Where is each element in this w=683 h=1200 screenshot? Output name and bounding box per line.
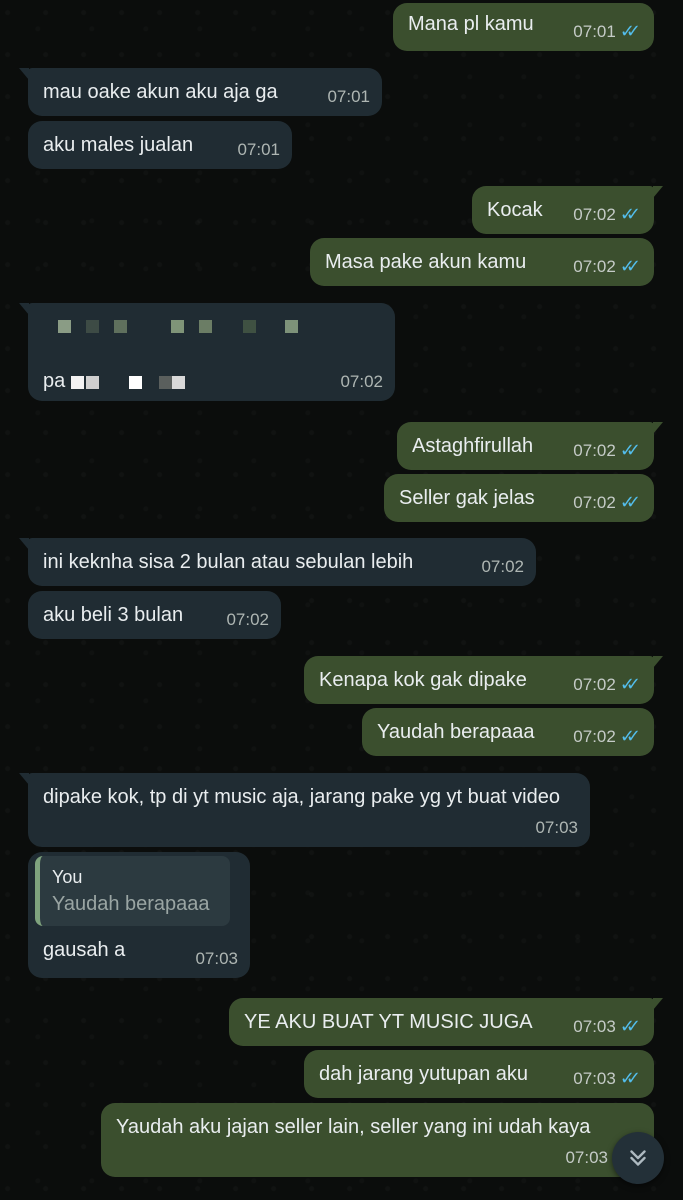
message-meta: 07:03 bbox=[565, 1143, 608, 1172]
double-chevron-down-icon bbox=[630, 1150, 646, 1166]
message-text: mau oake akun aku aja ga bbox=[43, 81, 278, 103]
double-check-icon: ✓✓ bbox=[619, 726, 641, 746]
message-incoming-reply[interactable]: You Yaudah berapaaa gausah a 07:03 bbox=[28, 852, 250, 978]
message-text: Astaghfirullah bbox=[412, 435, 534, 457]
message-time: 07:02 bbox=[573, 493, 616, 512]
message-incoming-redacted[interactable]: pa 07:02 bbox=[19, 303, 395, 401]
message-text: dah jarang yutupan aku bbox=[319, 1063, 529, 1085]
message-text: ini keknha sisa 2 bulan atau sebulan leb… bbox=[43, 551, 414, 573]
message-time: 07:03 bbox=[195, 949, 238, 968]
message-time: 07:02 bbox=[340, 372, 383, 391]
message-outgoing[interactable]: dah jarang yutupan aku 07:03 ✓✓ bbox=[304, 1050, 654, 1098]
message-outgoing[interactable]: Kenapa kok gak dipake 07:02 ✓✓ bbox=[304, 656, 663, 704]
message-outgoing[interactable]: Yaudah berapaaa 07:02 ✓✓ bbox=[362, 708, 654, 756]
scroll-to-bottom-button[interactable] bbox=[612, 1132, 664, 1184]
message-incoming[interactable]: mau oake akun aku aja ga 07:01 bbox=[19, 68, 382, 116]
message-meta: 07:02 bbox=[226, 605, 269, 634]
message-text: Masa pake akun kamu bbox=[325, 251, 527, 273]
message-time: 07:03 bbox=[573, 1017, 616, 1036]
double-check-icon: ✓✓ bbox=[619, 1068, 641, 1088]
message-meta: 07:02 ✓✓ bbox=[573, 252, 642, 281]
message-text: gausah a bbox=[43, 939, 126, 961]
message-time: 07:03 bbox=[565, 1148, 608, 1167]
message-outgoing[interactable]: Seller gak jelas 07:02 ✓✓ bbox=[384, 474, 654, 522]
message-incoming[interactable]: dipake kok, tp di yt music aja, jarang p… bbox=[19, 773, 590, 847]
message-meta: 07:03 ✓✓ bbox=[573, 1064, 642, 1093]
message-time: 07:02 bbox=[573, 205, 616, 224]
message-outgoing[interactable]: Mana pl kamu 07:01 ✓✓ bbox=[393, 3, 654, 51]
message-meta: 07:02 ✓✓ bbox=[573, 488, 642, 517]
quoted-text: Yaudah berapaaa bbox=[52, 893, 210, 915]
message-meta: 07:02 bbox=[340, 367, 383, 396]
message-time: 07:02 bbox=[573, 257, 616, 276]
message-time: 07:01 bbox=[573, 22, 616, 41]
message-time: 07:03 bbox=[573, 1069, 616, 1088]
message-meta: 07:03 bbox=[195, 944, 238, 973]
message-outgoing[interactable]: YE AKU BUAT YT MUSIC JUGA 07:03 ✓✓ bbox=[229, 998, 663, 1046]
message-text: Yaudah berapaaa bbox=[377, 721, 535, 743]
message-text: dipake kok, tp di yt music aja, jarang p… bbox=[43, 786, 560, 808]
message-meta: 07:03 ✓✓ bbox=[573, 1012, 642, 1041]
double-check-icon: ✓✓ bbox=[619, 492, 641, 512]
message-time: 07:02 bbox=[573, 675, 616, 694]
double-check-icon: ✓✓ bbox=[619, 204, 641, 224]
message-time: 07:01 bbox=[237, 140, 280, 159]
message-time: 07:01 bbox=[327, 87, 370, 106]
message-text: Kenapa kok gak dipake bbox=[319, 669, 527, 691]
message-text: aku males jualan bbox=[43, 134, 194, 156]
message-meta: 07:01 bbox=[327, 82, 370, 111]
double-check-icon: ✓✓ bbox=[619, 21, 641, 41]
message-time: 07:02 bbox=[573, 441, 616, 460]
quoted-message[interactable]: You Yaudah berapaaa bbox=[35, 856, 230, 926]
quoted-author: You bbox=[52, 867, 83, 887]
message-time: 07:02 bbox=[481, 557, 524, 576]
message-text: YE AKU BUAT YT MUSIC JUGA bbox=[244, 1011, 533, 1033]
message-text: Kocak bbox=[487, 199, 543, 221]
message-time: 07:02 bbox=[226, 610, 269, 629]
double-check-icon: ✓✓ bbox=[619, 256, 641, 276]
message-text: Yaudah aku jajan seller lain, seller yan… bbox=[116, 1116, 591, 1138]
message-outgoing[interactable]: Yaudah aku jajan seller lain, seller yan… bbox=[101, 1103, 654, 1177]
message-incoming[interactable]: aku beli 3 bulan 07:02 bbox=[28, 591, 281, 639]
message-meta: 07:02 ✓✓ bbox=[573, 722, 642, 751]
message-text: pa bbox=[43, 370, 66, 392]
message-text: Mana pl kamu bbox=[408, 13, 534, 35]
message-time: 07:02 bbox=[573, 727, 616, 746]
message-time: 07:03 bbox=[535, 818, 578, 837]
message-meta: 07:03 bbox=[535, 813, 578, 842]
message-incoming[interactable]: ini keknha sisa 2 bulan atau sebulan leb… bbox=[19, 538, 536, 586]
message-meta: 07:02 bbox=[481, 552, 524, 581]
message-meta: 07:02 ✓✓ bbox=[573, 200, 642, 229]
double-check-icon: ✓✓ bbox=[619, 674, 641, 694]
message-list[interactable]: Mana pl kamu 07:01 ✓✓ mau oake akun aku a… bbox=[0, 0, 683, 1200]
message-meta: 07:02 ✓✓ bbox=[573, 436, 642, 465]
double-check-icon: ✓✓ bbox=[619, 1016, 641, 1036]
message-outgoing[interactable]: Astaghfirullah 07:02 ✓✓ bbox=[397, 422, 663, 470]
message-text: Seller gak jelas bbox=[399, 487, 535, 509]
message-outgoing[interactable]: Masa pake akun kamu 07:02 ✓✓ bbox=[310, 238, 654, 286]
message-text: aku beli 3 bulan bbox=[43, 604, 184, 626]
message-meta: 07:02 ✓✓ bbox=[573, 670, 642, 699]
message-incoming[interactable]: aku males jualan 07:01 bbox=[28, 121, 292, 169]
double-check-icon: ✓✓ bbox=[619, 440, 641, 460]
message-meta: 07:01 ✓✓ bbox=[573, 17, 642, 46]
message-meta: 07:01 bbox=[237, 135, 280, 164]
message-outgoing[interactable]: Kocak 07:02 ✓✓ bbox=[472, 186, 663, 234]
